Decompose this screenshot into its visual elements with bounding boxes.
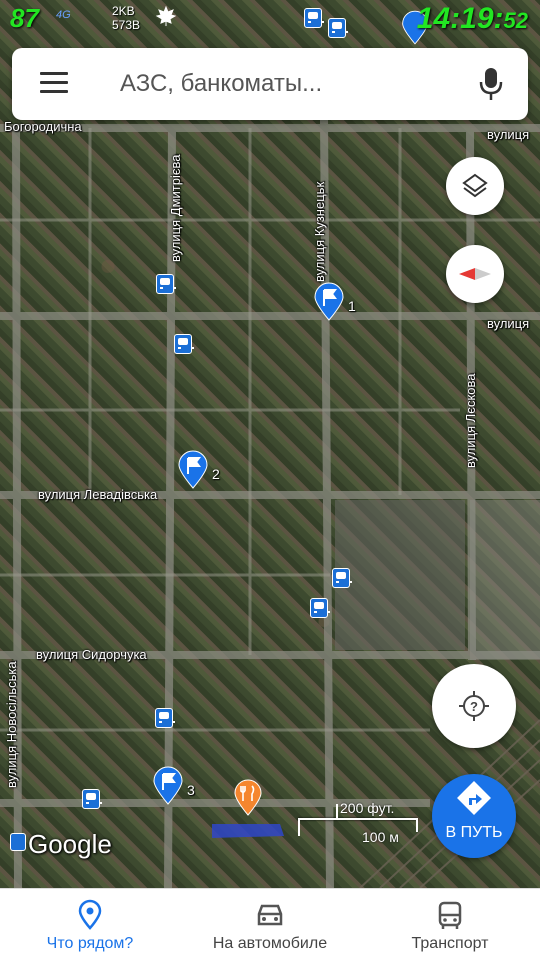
industrial-area [335, 500, 465, 650]
search-bar[interactable]: АЗС, банкоматы... [12, 48, 528, 120]
transit-stop-icon [10, 833, 26, 851]
transit-stop-icon[interactable] [332, 568, 352, 588]
street-label: вулиця Дмитрієва [168, 154, 183, 262]
transit-stop-icon[interactable] [82, 789, 102, 809]
street-label: вулиця Сидорчука [36, 647, 147, 662]
flag-pin-icon [178, 450, 208, 489]
satellite-map[interactable]: Богородична вулиця Дмитрієва вулиця Кузн… [0, 0, 540, 888]
location-pin-icon [78, 899, 102, 930]
my-location-button[interactable]: ? [432, 664, 516, 748]
transit-stop-icon[interactable] [310, 598, 330, 618]
google-attribution: Google [28, 829, 112, 859]
compass-button[interactable] [446, 245, 504, 303]
maple-leaf-icon [155, 5, 177, 26]
signal-icon: 4G [56, 9, 71, 21]
clock-time: 14:19: [416, 2, 504, 35]
map-pin-1[interactable]: 1 [312, 282, 356, 322]
net-up: 2KB [112, 4, 135, 18]
menu-icon[interactable] [40, 72, 68, 96]
transit-stop-icon[interactable] [155, 708, 175, 728]
scale-bar [298, 818, 418, 820]
street-label: Богородична [4, 119, 82, 134]
net-down: 573B [112, 18, 141, 32]
scale-meters-label: 100 м [362, 829, 399, 845]
street-label: вулиця Новосільська [4, 661, 19, 788]
directions-icon [457, 781, 491, 815]
layers-button[interactable] [446, 157, 504, 215]
map-pin-3[interactable]: 3 [151, 766, 195, 806]
scale-tick [336, 804, 338, 818]
clock: 14:19:52 [417, 2, 528, 36]
nav-label: Транспорт [411, 935, 489, 952]
flag-pin-icon [153, 766, 183, 805]
scale-feet-label: 200 фут. [340, 800, 395, 816]
restaurant-pin[interactable] [232, 779, 264, 817]
scale-tick [416, 818, 418, 832]
bottom-navigation: Что рядом? На автомобиле Транспорт [0, 888, 540, 960]
nav-label: Что рядом? [46, 935, 134, 952]
pin-label: 2 [212, 466, 220, 482]
street-label: вулиця Левадівська [38, 487, 158, 502]
compass-icon [459, 268, 491, 280]
pin-label: 1 [348, 298, 356, 314]
map-pin-2[interactable]: 2 [176, 450, 220, 490]
directions-label: В ПУТЬ [445, 824, 503, 841]
nav-driving[interactable]: На автомобиле [180, 889, 360, 960]
svg-text:?: ? [470, 699, 478, 714]
location-unknown-icon: ? [459, 691, 489, 721]
search-input[interactable]: АЗС, банкоматы... [120, 70, 322, 98]
car-icon [257, 904, 283, 926]
nav-label: На автомобиле [212, 935, 328, 952]
scale-tick [298, 818, 300, 836]
transit-stop-icon[interactable] [156, 274, 176, 294]
flag-pin-icon [314, 282, 344, 321]
clock-seconds: 52 [503, 8, 528, 33]
battery-level: 87 [10, 3, 39, 33]
nav-transit[interactable]: Транспорт [360, 889, 540, 960]
street-label: вулиця Лєскова [463, 373, 478, 469]
layers-icon [462, 173, 488, 198]
fork-knife-icon [234, 779, 262, 816]
bus-icon [438, 901, 462, 929]
status-bar: 87 4G 2KB 573B 14:19:52 [0, 0, 540, 40]
transit-stop-icon[interactable] [174, 334, 194, 354]
street-label: вулиця [487, 316, 530, 331]
network-speed: 2KB 573B [112, 4, 140, 32]
pin-label: 3 [187, 782, 195, 798]
street-label: вулиця Кузнецьк [312, 181, 327, 282]
microphone-icon[interactable] [478, 66, 504, 102]
screen: Богородична вулиця Дмитрієва вулиця Кузн… [0, 0, 540, 960]
street-label: вулиця [487, 127, 530, 142]
nav-explore[interactable]: Что рядом? [0, 889, 180, 960]
directions-button[interactable]: В ПУТЬ [432, 774, 516, 858]
